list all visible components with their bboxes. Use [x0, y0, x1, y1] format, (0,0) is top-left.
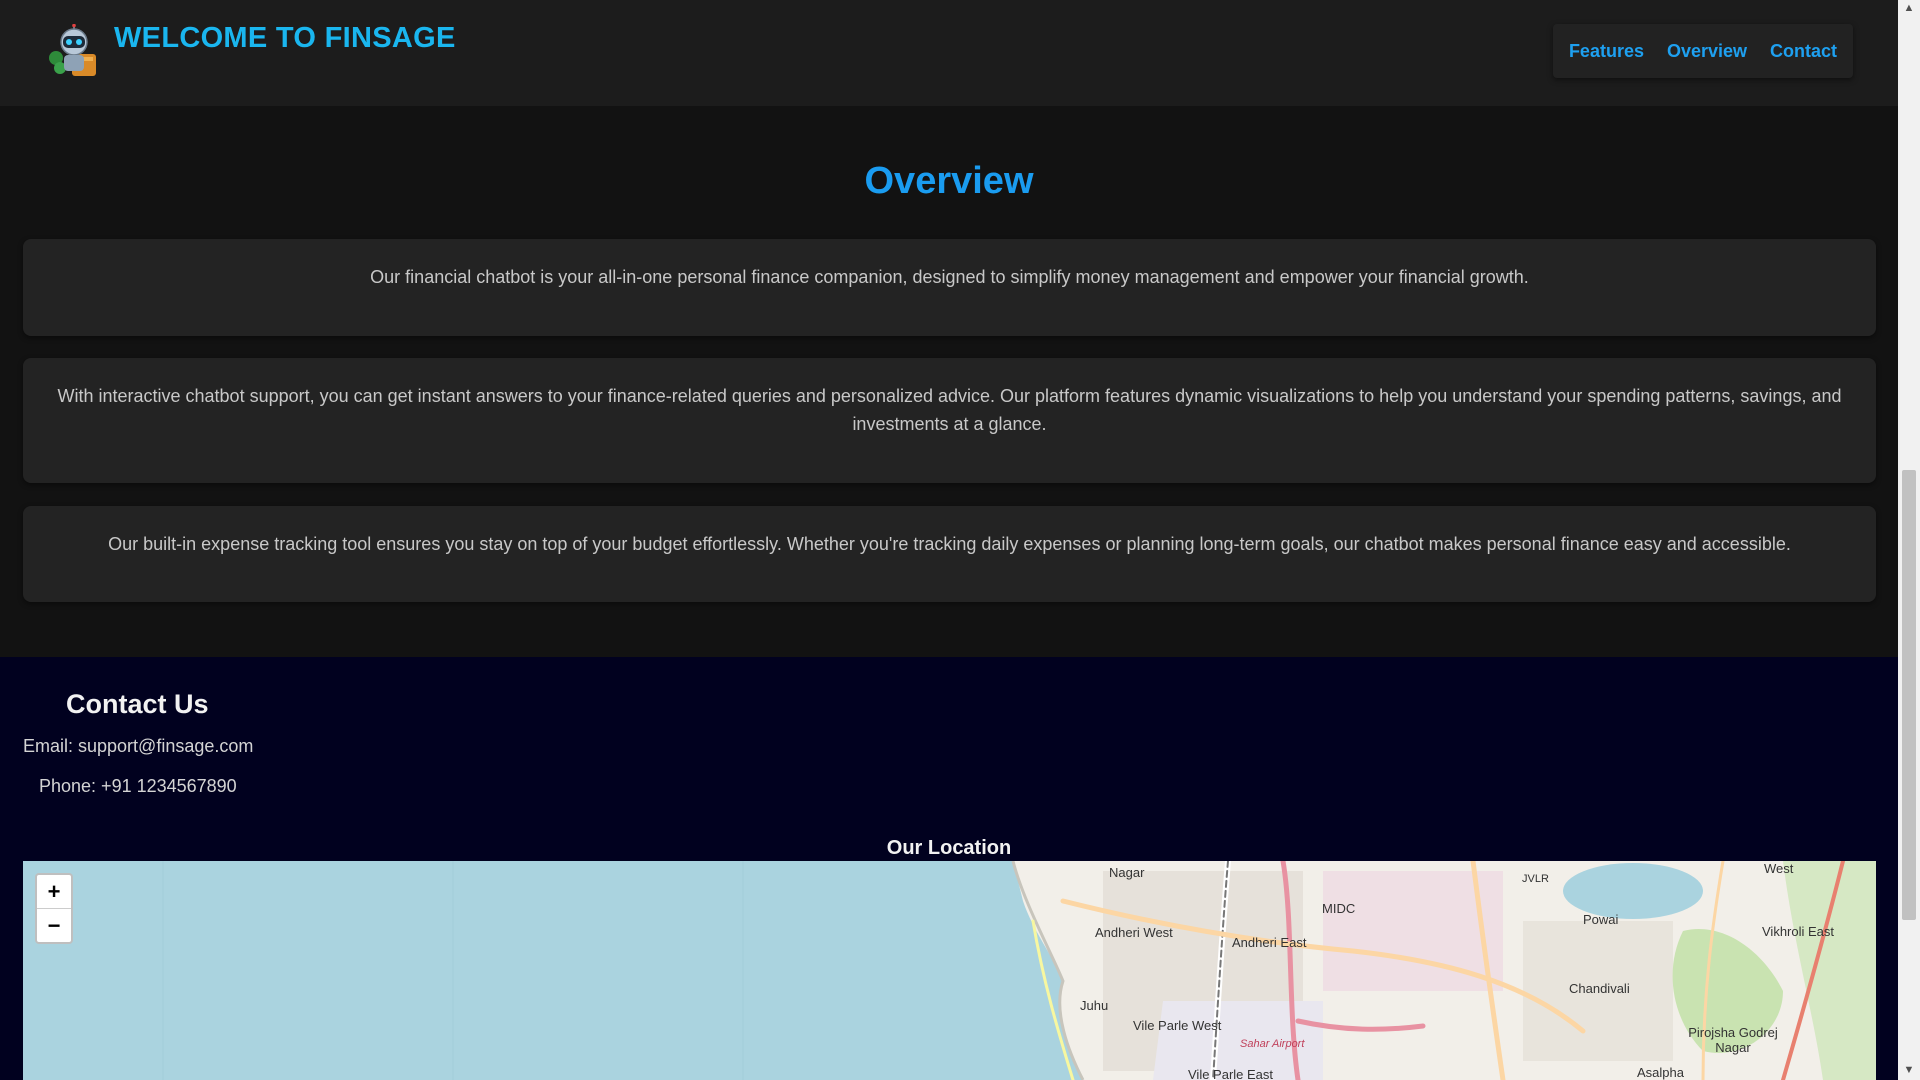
- map-zoom-in-button[interactable]: +: [37, 875, 71, 909]
- location-map[interactable]: + − Nagar Andheri West Andheri East MIDC…: [23, 861, 1876, 1080]
- overview-paragraph: With interactive chatbot support, you ca…: [57, 386, 1842, 434]
- nav-features-link[interactable]: Features: [1569, 41, 1644, 62]
- page-scrollbar[interactable]: ▲ ▼: [1898, 0, 1920, 1080]
- overview-card-features: With interactive chatbot support, you ca…: [23, 358, 1876, 483]
- map-label: Andheri West: [1095, 925, 1173, 940]
- nav-overview-link[interactable]: Overview: [1667, 41, 1747, 62]
- map-zoom-out-button[interactable]: −: [37, 909, 71, 942]
- map-label: Powai: [1583, 912, 1619, 927]
- main-nav: Features Overview Contact: [1553, 24, 1853, 78]
- scroll-down-arrow-icon[interactable]: ▼: [1898, 1064, 1920, 1076]
- overview-card-intro: Our financial chatbot is your all-in-one…: [23, 239, 1876, 336]
- location-heading: Our Location: [886, 837, 1012, 859]
- map-label: Sahar Airport: [1240, 1038, 1305, 1050]
- map-label: JVLR: [1522, 873, 1549, 885]
- robot-logo-icon: [48, 23, 100, 78]
- map-label: Asalpha: [1637, 1065, 1684, 1080]
- overview-card-tracking: Our built-in expense tracking tool ensur…: [23, 506, 1876, 602]
- overview-paragraph: Our financial chatbot is your all-in-one…: [370, 267, 1529, 287]
- nav-contact-link[interactable]: Contact: [1770, 41, 1837, 62]
- site-title: WELCOME TO FINSAGE: [114, 22, 456, 54]
- map-label: Andheri East: [1232, 935, 1307, 950]
- page: WELCOME TO FINSAGE Features Overview Con…: [0, 0, 1898, 1080]
- map-label: Vikhroli East: [1762, 924, 1835, 939]
- map-label: MIDC: [1322, 901, 1356, 916]
- map-label: Nagar: [1109, 865, 1145, 880]
- contact-heading: Contact Us: [66, 689, 209, 719]
- contact-email: Email: support@finsage.com: [23, 736, 254, 756]
- contact-phone: Phone: +91 1234567890: [39, 776, 237, 796]
- map-label: West: [1764, 861, 1794, 876]
- map-label: Pirojsha Godrej Nagar: [1688, 1025, 1778, 1055]
- top-header: WELCOME TO FINSAGE Features Overview Con…: [0, 0, 1898, 106]
- scrollbar-thumb[interactable]: [1902, 470, 1916, 920]
- scroll-up-arrow-icon[interactable]: ▲: [1898, 2, 1920, 14]
- overview-heading: Overview: [864, 160, 1034, 202]
- overview-paragraph: Our built-in expense tracking tool ensur…: [108, 534, 1791, 554]
- map-zoom-control: + −: [35, 873, 73, 944]
- map-label: Vile Parle East: [1188, 1067, 1274, 1080]
- map-label: Vile Parle West: [1133, 1018, 1222, 1033]
- map-label: Juhu: [1080, 998, 1109, 1013]
- map-label: Chandivali: [1569, 981, 1630, 996]
